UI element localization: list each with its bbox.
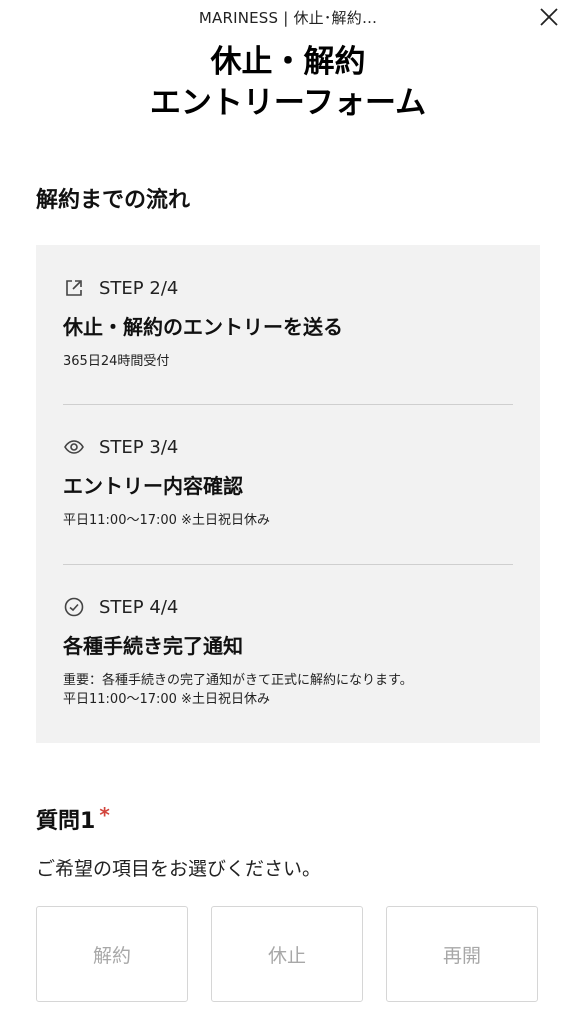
flow-section-title: 解約までの流れ [36,188,191,213]
step-item: STEP 2/4 休止・解約のエントリーを送る 365日24時間受付 [63,275,513,371]
page: MARINESS | 休止･解約… 休止・解約 エントリーフォーム 解約までの流… [0,0,576,1024]
option-cancel-button[interactable]: 解約 [36,906,188,1002]
step-label: STEP 3/4 [99,436,179,458]
step-item: STEP 4/4 各種手続き完了通知 重要：各種手続きの完了通知がきて正式に解約… [63,594,513,709]
share-out-icon [66,280,82,296]
eye-icon [64,440,84,454]
check-circle-icon [64,597,84,617]
close-icon [540,8,558,26]
option-pause-button[interactable]: 休止 [211,906,363,1002]
steps-panel: STEP 2/4 休止・解約のエントリーを送る 365日24時間受付 STEP … [36,245,540,743]
step-note-line: 365日24時間受付 [63,354,170,369]
step-note: 365日24時間受付 [63,352,513,371]
heading-line-2: エントリーフォーム [149,85,427,121]
step-divider [63,564,513,565]
step-label: STEP 4/4 [99,596,179,618]
step-note: 平日11:00〜17:00 ※土日祝日休み [63,511,513,530]
question-1-description: ご希望の項目をお選びください。 [36,858,322,880]
page-tab-title: MARINESS | 休止･解約… [198,9,378,27]
step-divider [63,404,513,405]
step-title: エントリー内容確認 [63,474,243,498]
heading-line-1: 休止・解約 [210,44,366,80]
step-item: STEP 3/4 エントリー内容確認 平日11:00〜17:00 ※土日祝日休み [63,434,513,530]
question-1-label: 質問1 [36,809,96,834]
top-bar: MARINESS | 休止･解約… [0,0,576,36]
page-heading: 休止・解約 エントリーフォーム [0,42,576,124]
step-note-line: 平日11:00〜17:00 ※土日祝日休み [63,513,270,528]
required-mark: * [99,803,110,827]
option-resume-button[interactable]: 再開 [386,906,538,1002]
question-1-title: 質問1 * [36,803,110,835]
step-title: 各種手続き完了通知 [63,634,243,658]
step-note-line: 平日11:00〜17:00 ※土日祝日休み [63,692,270,707]
step-title: 休止・解約のエントリーを送る [63,315,343,339]
step-note-line: 重要：各種手続きの完了通知がきて正式に解約になります。 [63,673,413,688]
step-note: 重要：各種手続きの完了通知がきて正式に解約になります。 平日11:00〜17:0… [63,671,513,709]
step-label: STEP 2/4 [99,277,179,299]
close-button[interactable] [538,6,560,28]
